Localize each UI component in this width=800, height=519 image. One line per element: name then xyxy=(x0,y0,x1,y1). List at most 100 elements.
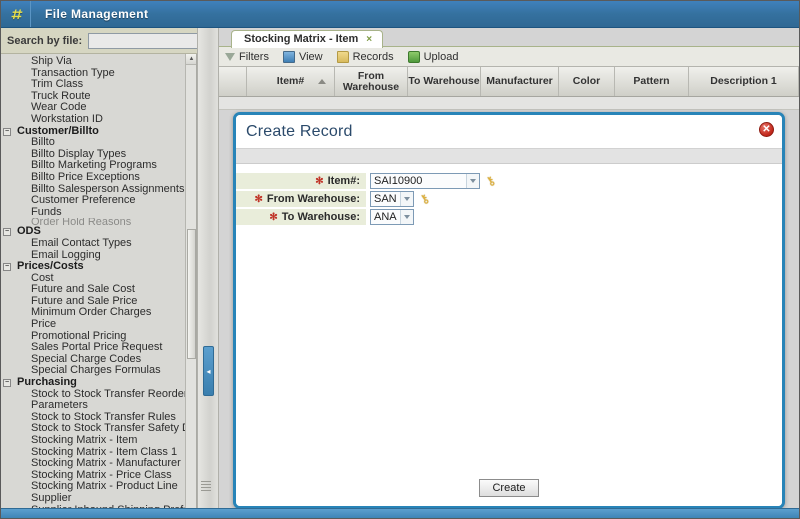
toolbar-button-records[interactable]: Records xyxy=(337,51,394,63)
tree-item-label: Funds xyxy=(31,206,62,218)
dialog-toolbar-strip xyxy=(236,148,782,164)
search-label: Search by file: xyxy=(7,35,82,47)
field-label-text: Item#: xyxy=(328,175,360,187)
dialog-footer: Create xyxy=(236,470,782,506)
collapse-icon[interactable]: − xyxy=(3,263,11,271)
dialog-form: ✻Item#:SAI10900⚷✻From Warehouse:SAN⚷✻To … xyxy=(236,164,782,225)
combobox[interactable]: SAI10900 xyxy=(370,173,480,189)
file-tree-container: Ship ViaTransaction TypeTrim ClassTruck … xyxy=(1,54,197,519)
tree-item-label: Stocking Matrix - Manufacturer xyxy=(31,457,181,469)
tree-group[interactable]: −Purchasing xyxy=(1,377,187,389)
swirl-logo-icon: ⌗ xyxy=(11,6,21,23)
scroll-up-arrow[interactable]: ▲ xyxy=(186,54,197,65)
tree-item[interactable]: Stocking Matrix - Product Line xyxy=(1,481,187,493)
chevron-down-icon[interactable] xyxy=(466,174,479,188)
create-button[interactable]: Create xyxy=(479,479,538,497)
tree-item-label: ODS xyxy=(17,225,41,237)
tree-item[interactable]: Truck Route xyxy=(1,91,187,103)
toolbar-button-filters[interactable]: Filters xyxy=(225,51,269,63)
tree-item[interactable]: Customer Preference xyxy=(1,195,187,207)
tree-item-label: Supplier xyxy=(31,492,71,504)
field-label-text: From Warehouse: xyxy=(267,193,360,205)
required-marker-icon: ✻ xyxy=(255,194,263,205)
tree-item-label: Billto Salesperson Assignments xyxy=(31,183,184,195)
content-toolbar: Filters View Records Upload xyxy=(219,47,799,67)
combobox-value: SAI10900 xyxy=(374,175,466,187)
grid-column-header-cell[interactable]: To Warehouse xyxy=(408,67,481,96)
tree-item-label: Billto Price Exceptions xyxy=(31,171,140,183)
grid-column-header-cell[interactable]: Item# xyxy=(247,67,335,96)
upload-icon xyxy=(408,51,420,63)
tree-item-label: Stock to Stock Transfer Rules xyxy=(31,411,176,423)
tree-item-label: Future and Sale Cost xyxy=(31,283,135,295)
app-logo: ⌗ xyxy=(1,1,31,27)
key-lookup-icon[interactable]: ⚷ xyxy=(483,174,497,189)
tree-item[interactable]: Trim Class xyxy=(1,79,187,91)
tree-group[interactable]: −Prices/Costs xyxy=(1,261,187,273)
tree-item-label: Customer/Billto xyxy=(17,125,99,137)
tree-item[interactable]: Transaction Type xyxy=(1,68,187,80)
grid-column-header-cell[interactable]: Pattern xyxy=(615,67,689,96)
tree-item-label: Stocking Matrix - Product Line xyxy=(31,480,178,492)
tree-group[interactable]: −ODS xyxy=(1,226,187,238)
tree-item-label: Email Logging xyxy=(31,249,101,261)
tree-item-label: Ship Via xyxy=(31,55,72,67)
create-record-dialog: Create Record ✕ ✻ Item#: SAI10900 ⚷ ✻ From Wa… xyxy=(233,112,785,509)
grid-column-header-cell[interactable] xyxy=(219,67,247,96)
dialog-close-icon[interactable]: ✕ xyxy=(759,122,774,137)
chevron-down-icon[interactable] xyxy=(400,192,413,206)
tab-stocking-matrix-item[interactable]: Stocking Matrix - Item × xyxy=(231,30,383,48)
toolbar-button-upload[interactable]: Upload xyxy=(408,51,459,63)
dialog-header: Create Record ✕ xyxy=(236,115,782,148)
app-title: File Management xyxy=(45,7,148,21)
grid-column-header: Item# From WarehouseTo WarehouseManufactu… xyxy=(219,67,799,97)
grid-column-label: Item# xyxy=(277,76,304,87)
collapse-icon[interactable]: − xyxy=(3,128,11,136)
tree-item-label: Stocking Matrix - Price Class xyxy=(31,469,172,481)
collapse-icon[interactable]: − xyxy=(3,379,11,387)
collapse-icon[interactable]: − xyxy=(3,228,11,236)
collapse-panel-button[interactable]: ◂ xyxy=(203,346,214,396)
sort-ascending-icon xyxy=(318,79,326,84)
required-marker-icon: ✻ xyxy=(315,176,323,187)
chevron-down-icon[interactable] xyxy=(400,210,413,224)
tree-item-label: Stock to Stock Transfer Reorder xyxy=(31,388,187,400)
tree-item-label: Special Charge Codes xyxy=(31,353,141,365)
grid-column-header-cell[interactable]: Color xyxy=(559,67,615,96)
grid-column-label: Description 1 xyxy=(710,76,777,87)
panel-splitter[interactable]: ◂ xyxy=(197,28,219,519)
grid-column-header-cell[interactable]: Description 1 xyxy=(689,67,799,96)
tree-item-label: Transaction Type xyxy=(31,67,115,79)
tree-item[interactable]: Stock to Stock Transfer Reorder xyxy=(1,389,187,401)
tree-item[interactable]: Minimum Order Charges xyxy=(1,307,187,319)
filter-icon xyxy=(225,53,235,61)
toolbar-button-label: View xyxy=(299,51,323,63)
tree-item-label: Future and Sale Price xyxy=(31,295,137,307)
tree-item-label: Price xyxy=(31,318,56,330)
tree-item-label: Trim Class xyxy=(31,78,83,90)
key-lookup-icon[interactable]: ⚷ xyxy=(417,192,431,207)
combobox[interactable]: SAN xyxy=(370,191,414,207)
tree-item-label: Truck Route xyxy=(31,90,91,102)
toolbar-button-label: Filters xyxy=(239,51,269,63)
grid-column-header-cell[interactable]: From Warehouse xyxy=(335,67,408,96)
sidebar-scrollbar[interactable]: ▲ ▼ xyxy=(185,54,196,519)
toolbar-button-view[interactable]: View xyxy=(283,51,323,63)
combobox[interactable]: ANA xyxy=(370,209,414,225)
tree-item-label: Billto xyxy=(31,136,55,148)
tree-item-label: Email Contact Types xyxy=(31,237,132,249)
field-label-text: To Warehouse: xyxy=(282,211,360,223)
tree-item[interactable]: Funds xyxy=(1,207,187,219)
tree-group[interactable]: −Customer/Billto xyxy=(1,126,187,138)
scroll-thumb[interactable] xyxy=(187,229,196,359)
close-icon[interactable]: × xyxy=(366,31,372,48)
title-bar: ⌗ File Management xyxy=(1,1,799,28)
tree-item-label: Sales Portal Price Request xyxy=(31,341,162,353)
grid-column-label: Color xyxy=(573,76,600,87)
tree-item-label: Parameters xyxy=(31,399,88,411)
grid-column-header-cell[interactable]: Manufacturer xyxy=(481,67,559,96)
required-marker-icon: ✻ xyxy=(269,212,277,223)
tree-item-label: Minimum Order Charges xyxy=(31,306,151,318)
tree-item-label: Wear Code xyxy=(31,101,86,113)
tree-item-label: Billto Display Types xyxy=(31,148,126,160)
